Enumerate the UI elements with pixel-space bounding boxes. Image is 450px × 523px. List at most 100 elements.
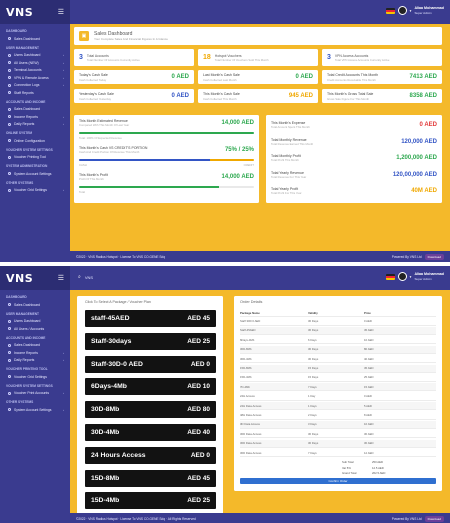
stat-card: Yesterday's Cash Sale Cash Collected Yest… — [74, 89, 194, 103]
sidebar-item[interactable]: System Account Settings › — [0, 406, 70, 414]
table-row: 30D-4Mb 30 Days 40 AED — [240, 355, 436, 364]
table-cell: 30 AED — [364, 431, 374, 436]
sidebar-item[interactable]: All Users (NEW) › — [0, 59, 70, 67]
avatar[interactable] — [397, 6, 407, 15]
menu-toggle-icon[interactable]: ☰ — [58, 274, 64, 282]
table-cell: 25 AED — [364, 375, 374, 380]
sidebar-item[interactable]: Users Dashboard — [0, 318, 70, 326]
package-button[interactable]: 6Days-4Mb AED 10 — [85, 378, 216, 396]
package-name: 24 Hours Access — [91, 451, 146, 459]
chevron-right-icon: › — [63, 358, 64, 363]
package-button[interactable]: 15D-4Mb AED 25 — [85, 492, 216, 510]
table-cell: 0 AED — [364, 394, 372, 399]
sidebar-item-label: VPN & Remote Access — [14, 75, 49, 80]
table-row: 6Days-4Mb 6 Days 10 AED — [240, 336, 436, 345]
search-bar[interactable]: ⌕ VNS — [78, 274, 93, 280]
package-button[interactable]: 24 Hours Access AED 0 — [85, 446, 216, 464]
sidebar-item[interactable]: Voucher Grid Settings › — [0, 187, 70, 195]
package-price: AED 80 — [187, 406, 210, 414]
footer-powered: Powered By VNS Ltd — [391, 254, 422, 259]
sidebar-item[interactable]: Daily Reports › — [0, 357, 70, 365]
sidebar-item-label: Connection Logs — [14, 83, 40, 88]
package-button[interactable]: 30D-4Mb AED 40 — [85, 424, 216, 441]
sidebar-item[interactable]: Users Dashboard › — [0, 52, 70, 60]
sidebar-item[interactable]: Voucher Print Accounts › — [0, 390, 70, 398]
sidebar-item[interactable]: VPN & Remote Access › — [0, 74, 70, 82]
kpi-card: 3 VPN Access Accounts Total VPN Access Acc… — [322, 49, 442, 66]
user-role: Super Admin — [414, 276, 432, 281]
sidebar-item[interactable]: Sales Dashboard — [0, 301, 70, 309]
package-price: AED 45 — [187, 474, 210, 482]
language-flag-icon[interactable] — [385, 273, 395, 280]
package-button[interactable]: Staff-30D-0 AED AED 0 — [85, 355, 216, 373]
package-button[interactable]: 15D-8Mb AED 45 — [85, 469, 216, 487]
sidebar-item[interactable]: All Users / Accounts — [0, 325, 70, 333]
chevron-down-icon[interactable]: ▾ — [410, 9, 412, 13]
stat-card: Total Credit Accounts This Month Credit A… — [322, 70, 442, 84]
download-button[interactable]: Download — [424, 253, 444, 260]
package-name: 15D-8Mb — [91, 474, 120, 482]
table-cell: 1 Days — [308, 403, 317, 408]
table-row: 30D Data Access 7 Days 12 AED — [240, 449, 436, 458]
chevron-right-icon: › — [63, 350, 64, 355]
progress-bar — [79, 186, 254, 188]
footer: ©2022 · VNS Radius Hotspot · License To … — [70, 513, 450, 523]
stat-value: 0 AED — [295, 74, 313, 80]
progress-block: This Month's Profit Profit Of This Month 1… — [79, 173, 254, 198]
package-button[interactable]: 30D-8Mb AED 80 — [85, 401, 216, 419]
sidebar-item[interactable]: Voucher Printing Tool — [0, 154, 70, 162]
menu-toggle-icon[interactable]: ☰ — [58, 8, 64, 16]
table-cell: 3 Days — [308, 422, 317, 427]
sidebar-item[interactable]: Sales Dashboard — [0, 106, 70, 114]
sidebar-item[interactable]: Online Configuration — [0, 137, 70, 145]
sidebar-section-label: User Management — [6, 45, 39, 50]
search-input[interactable]: VNS — [85, 275, 93, 280]
package-button[interactable]: staff-45AED AED 45 — [85, 310, 216, 327]
chevron-down-icon[interactable]: ▾ — [410, 275, 412, 279]
user-menu[interactable]: ▾ Aliaa Mohammad Super Admin — [385, 272, 444, 281]
sidebar-item-label: System Account Settings — [14, 407, 52, 412]
order-details-card: Order Details Confirm Order Package Name… — [234, 296, 442, 491]
table-cell: 30 Days — [308, 431, 319, 436]
avatar[interactable] — [397, 272, 407, 281]
sidebar-item-label: Voucher Print Accounts — [14, 391, 50, 396]
language-flag-icon[interactable] — [385, 7, 395, 14]
table-cell: 48H Data Access — [240, 413, 262, 418]
brand-bar: VNS ☰ — [0, 0, 70, 24]
table-cell: 30 AED — [364, 441, 374, 446]
sidebar-item[interactable]: Daily Reports › — [0, 121, 70, 129]
stat-label: Last Month's Cash Sale — [203, 73, 240, 77]
package-button[interactable]: Staff-30days AED 25 — [85, 332, 216, 350]
progress-fill-secondary — [210, 159, 254, 161]
sidebar-item[interactable]: Voucher Grid Settings — [0, 373, 70, 381]
user-menu[interactable]: ▾ Aliaa Mohammad Super Admin — [385, 6, 444, 15]
stat-label: Today's Cash Sale — [79, 73, 108, 77]
table-row: 3D Data Access 3 Days 10 AED — [240, 420, 436, 430]
sidebar-item[interactable]: Income Reports › — [0, 349, 70, 357]
package-card-title: Click To Select A Package / Voucher Plan — [85, 300, 151, 304]
sidebar-item-label: Voucher Grid Settings — [14, 188, 47, 193]
chevron-right-icon: › — [63, 114, 64, 119]
package-name: 15D-4Mb — [91, 497, 120, 505]
table-cell: 24H Access — [240, 394, 255, 399]
sidebar-item[interactable]: Sales Dashboard — [0, 342, 70, 350]
sidebar-item[interactable]: Income Reports › — [0, 113, 70, 121]
menu-item-icon — [8, 76, 11, 80]
search-icon[interactable]: ⌕ — [78, 274, 81, 280]
sidebar-item[interactable]: Sales Dashboard — [0, 35, 70, 43]
table-cell: Staff-45AED — [240, 328, 256, 333]
sidebar-item[interactable]: Connection Logs › — [0, 82, 70, 90]
progress-foot-right: CREDIT — [243, 163, 254, 167]
sidebar-item[interactable]: System Account Settings — [0, 170, 70, 178]
sidebar-item[interactable]: Staff Reports — [0, 89, 70, 97]
progress-bar — [79, 132, 254, 134]
sidebar-item-label: System Account Settings — [14, 171, 52, 176]
download-button[interactable]: Download — [424, 515, 444, 522]
column-header: Package Name — [240, 310, 260, 315]
menu-item-icon — [8, 391, 11, 395]
confirm-order-button[interactable]: Confirm Order — [240, 478, 436, 484]
menu-item-icon — [8, 37, 11, 41]
dashboard-icon: ▣ — [79, 31, 89, 41]
table-cell: 45 AED — [364, 366, 374, 371]
sidebar-item[interactable]: Terminal Accounts › — [0, 67, 70, 75]
